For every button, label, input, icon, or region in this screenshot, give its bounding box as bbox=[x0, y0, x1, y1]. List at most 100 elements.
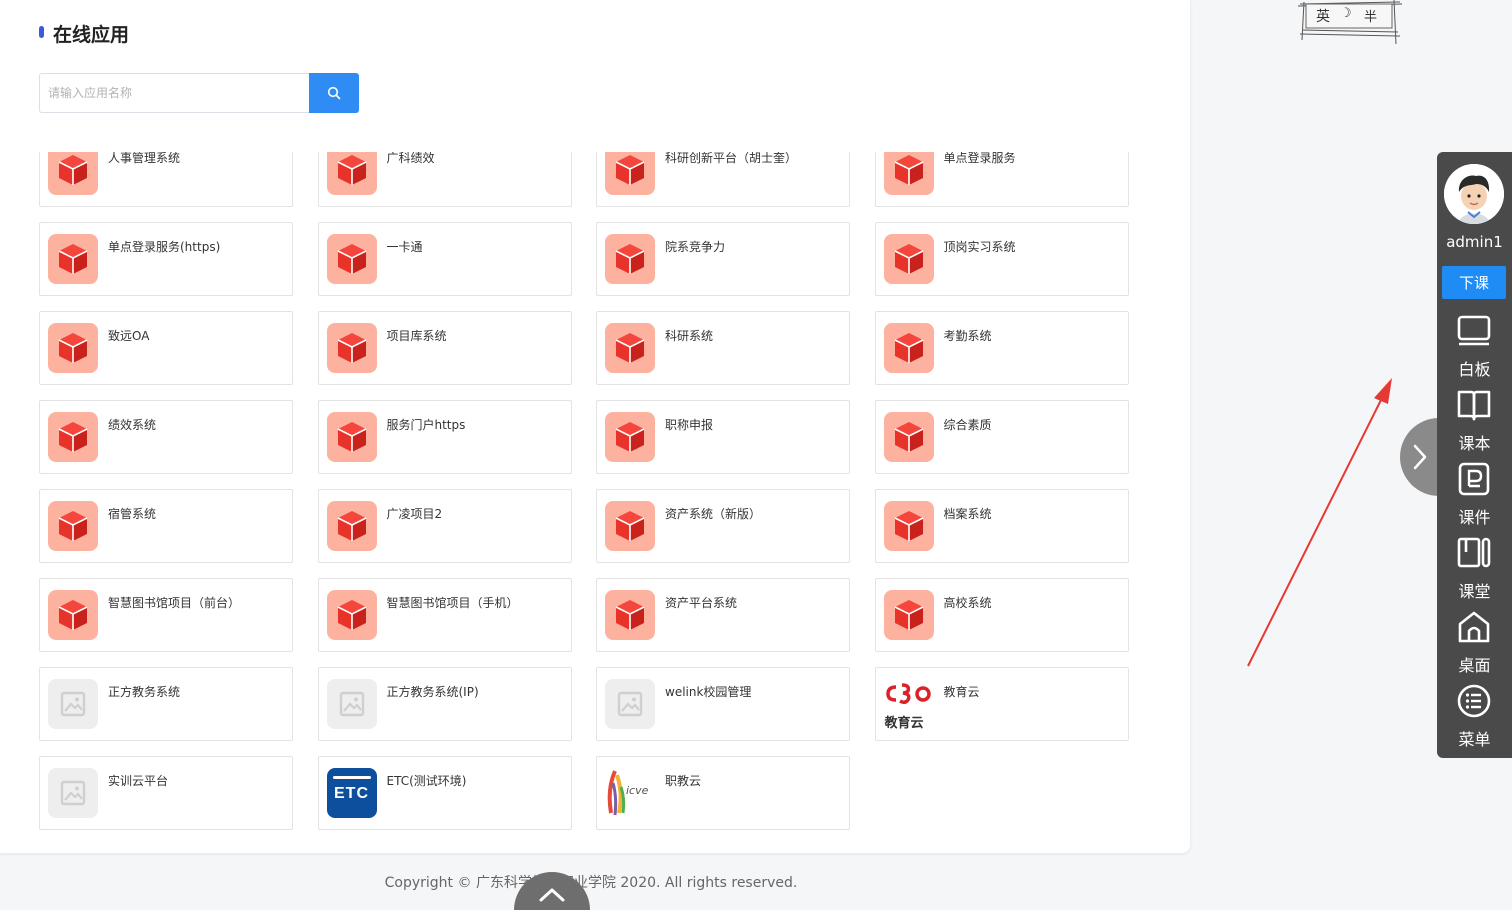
image-placeholder-tile bbox=[48, 768, 98, 818]
app-card[interactable]: 科研创新平台（胡士奎） bbox=[596, 152, 850, 207]
sidebar-item-menu[interactable]: 菜单 bbox=[1437, 684, 1512, 754]
app-card[interactable]: 资产系统（新版） bbox=[596, 489, 850, 563]
app-card-label: 人事管理系统 bbox=[108, 152, 181, 165]
image-placeholder-tile bbox=[48, 679, 98, 729]
app-card[interactable]: 广凌项目2 bbox=[317, 489, 572, 563]
app-cube-icon-tile bbox=[48, 323, 98, 373]
app-grid-viewport[interactable]: 人事管理系统 广科绩效 科研创新平台（胡士奎） 单点登录服务单点登录服务(https)… bbox=[0, 152, 1190, 842]
app-cube-icon bbox=[894, 333, 923, 363]
app-card[interactable]: 项目库系统 bbox=[317, 311, 572, 385]
app-card[interactable]: 致远OA bbox=[39, 311, 293, 385]
app-cube-icon-tile bbox=[326, 501, 377, 551]
sidebar-item-whiteboard[interactable]: 白板 bbox=[1437, 314, 1512, 384]
app-card[interactable]: icve 职教云 bbox=[596, 756, 850, 830]
sidebar-item-label: 白板 bbox=[1458, 360, 1491, 379]
app-card[interactable]: 服务门户https bbox=[317, 400, 572, 474]
sidebar-item-classroom[interactable]: 课堂 bbox=[1437, 536, 1512, 606]
sidebar-item-desktop[interactable]: 桌面 bbox=[1437, 610, 1512, 680]
app-card[interactable]: 绩效系统 bbox=[39, 400, 293, 474]
username: admin1 bbox=[1446, 233, 1503, 251]
app-cube-icon-tile bbox=[883, 590, 934, 640]
app-cube-icon bbox=[615, 511, 645, 541]
app-card[interactable]: 广科绩效 bbox=[317, 152, 572, 207]
sidebar-item-label: 菜单 bbox=[1458, 730, 1491, 749]
page-title: 在线应用 bbox=[53, 24, 130, 46]
teaching-toolbar: admin1 下课 白板 课本 课件 课堂 桌面 菜单 bbox=[1437, 152, 1512, 758]
app-card[interactable]: 院系竞争力 bbox=[596, 222, 850, 296]
app-card-label: 正方教务系统 bbox=[108, 685, 181, 699]
app-card[interactable]: 单点登录服务(https) bbox=[39, 222, 293, 296]
app-card[interactable]: 综合素质 bbox=[874, 400, 1129, 474]
app-card-label: 顶岗实习系统 bbox=[943, 240, 1016, 254]
app-cube-icon bbox=[58, 511, 88, 541]
avatar[interactable] bbox=[1444, 164, 1504, 224]
app-card[interactable]: 人事管理系统 bbox=[39, 152, 293, 207]
app-card[interactable]: 资产平台系统 bbox=[596, 578, 850, 652]
ime-lang-indicator[interactable]: 英 bbox=[1316, 6, 1330, 26]
app-card[interactable]: ETC ETC(测试环境) bbox=[317, 756, 572, 830]
app-cube-icon bbox=[894, 600, 923, 630]
app-card-label: 资产系统（新版） bbox=[665, 507, 762, 521]
book-icon bbox=[1457, 390, 1491, 421]
app-card[interactable]: 高校系统 bbox=[874, 578, 1129, 652]
ime-status-bar[interactable]: 英 ☽ 半 bbox=[1296, 0, 1406, 45]
app-card[interactable]: 正方教务系统 bbox=[39, 667, 293, 741]
app-card[interactable]: 一卡通 bbox=[317, 222, 572, 296]
app-card-label: 一卡通 bbox=[386, 240, 423, 254]
app-card[interactable]: 教育云 教育云 bbox=[874, 667, 1129, 741]
app-card-label: 广凌项目2 bbox=[386, 507, 443, 521]
app-card[interactable]: 职称申报 bbox=[596, 400, 850, 474]
app-card[interactable]: 科研系统 bbox=[596, 311, 850, 385]
app-cube-icon bbox=[58, 155, 88, 185]
app-cube-icon bbox=[337, 333, 366, 363]
app-card[interactable]: 顶岗实习系统 bbox=[874, 222, 1129, 296]
app-cube-icon-tile bbox=[48, 412, 98, 462]
app-card[interactable]: 实训云平台 bbox=[39, 756, 293, 830]
app-card[interactable]: 档案系统 bbox=[874, 489, 1129, 563]
app-card-label: 职称申报 bbox=[665, 418, 714, 432]
app-card[interactable]: 考勤系统 bbox=[874, 311, 1129, 385]
copyright-footer: Copyright © 广东科学技术职业学院 2020. All rights … bbox=[384, 875, 798, 891]
app-card-label: 致远OA bbox=[108, 329, 150, 343]
app-cube-icon bbox=[894, 511, 923, 541]
app-card[interactable]: 智慧图书馆项目（前台） bbox=[39, 578, 293, 652]
ime-punct-indicator[interactable]: ☽ bbox=[1340, 6, 1352, 21]
sidebar-item-courseware[interactable]: 课件 bbox=[1437, 462, 1512, 532]
app-card-label: 正方教务系统(IP) bbox=[386, 685, 479, 699]
app-card-label: 服务门户https bbox=[386, 418, 466, 432]
end-class-button[interactable]: 下课 bbox=[1442, 266, 1506, 299]
app-cube-icon bbox=[58, 422, 88, 452]
app-cube-icon bbox=[337, 600, 366, 630]
app-card[interactable]: welink校园管理 bbox=[596, 667, 850, 741]
image-placeholder-icon bbox=[617, 691, 643, 717]
app-card-label: 智慧图书馆项目（手机） bbox=[386, 596, 519, 610]
etc-logo-text: ETC bbox=[334, 785, 369, 802]
app-cube-icon-tile bbox=[605, 152, 655, 195]
app-card-label: 广科绩效 bbox=[386, 152, 435, 165]
app-cube-icon bbox=[337, 511, 366, 541]
app-search-input[interactable] bbox=[39, 73, 309, 113]
app-card-label: welink校园管理 bbox=[665, 685, 752, 699]
app-cube-icon bbox=[615, 155, 645, 185]
icve-logo-icon: icve bbox=[605, 768, 655, 818]
jiaoyuyun-logo-text: 教育云 bbox=[884, 716, 924, 729]
app-card-label: ETC(测试环境) bbox=[386, 774, 467, 788]
app-card[interactable]: 正方教务系统(IP) bbox=[317, 667, 572, 741]
app-cube-icon bbox=[615, 422, 645, 452]
whiteboard-icon bbox=[1457, 315, 1491, 346]
app-cube-icon-tile bbox=[605, 323, 655, 373]
etc-logo-icon: ETC bbox=[326, 768, 377, 818]
online-apps-panel: 在线应用 人事管理系统 广科绩效 科研创新平台（胡士奎） 单点登录服务单点登录服务(h… bbox=[0, 0, 1190, 853]
ime-width-indicator[interactable]: 半 bbox=[1364, 6, 1377, 25]
search-button[interactable] bbox=[309, 73, 359, 113]
app-cube-icon-tile bbox=[326, 323, 377, 373]
app-card[interactable]: 单点登录服务 bbox=[874, 152, 1129, 207]
app-card[interactable]: 智慧图书馆项目（手机） bbox=[317, 578, 572, 652]
title-accent-bar bbox=[39, 26, 44, 38]
app-card[interactable]: 宿管系统 bbox=[39, 489, 293, 563]
app-cube-icon-tile bbox=[48, 234, 98, 284]
sidebar-item-textbook[interactable]: 课本 bbox=[1437, 388, 1512, 458]
app-cube-icon-tile bbox=[605, 412, 655, 462]
desktop-home-icon bbox=[1458, 611, 1490, 643]
app-cube-icon bbox=[894, 244, 923, 274]
